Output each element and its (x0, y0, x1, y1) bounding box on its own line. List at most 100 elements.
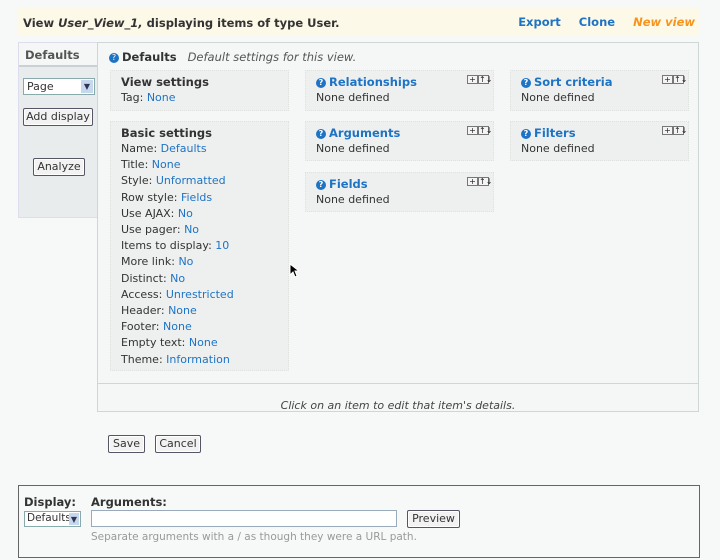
setting-row: Access: Unrestricted (121, 287, 278, 303)
rearrange-icon[interactable]: ↑↓ (673, 126, 687, 135)
relationships-heading[interactable]: ? Relationships (316, 74, 483, 90)
arguments-heading[interactable]: ? Arguments (316, 125, 483, 141)
setting-row: Use pager: No (121, 222, 278, 238)
arguments-input[interactable] (91, 510, 397, 527)
setting-value-link[interactable]: None (152, 158, 181, 171)
block-title: Sort criteria (534, 75, 613, 89)
help-icon[interactable]: ? (316, 78, 326, 88)
rearrange-icon[interactable]: ↑↓ (478, 126, 492, 135)
block-body: None defined (521, 142, 595, 155)
display-type-value: Page (27, 80, 54, 93)
add-icon[interactable]: + (662, 75, 673, 84)
setting-label: Theme: (121, 352, 163, 366)
add-display-button[interactable]: Add display (23, 108, 93, 126)
help-icon[interactable]: ? (521, 129, 531, 139)
setting-label: Items to display: (121, 239, 212, 253)
arguments-label: Arguments: (91, 495, 167, 509)
setting-value-link[interactable]: None (147, 91, 176, 104)
rearrange-icon[interactable]: ↑↓ (673, 75, 687, 84)
sort-criteria-block: ? Sort criteria None defined + ↑↓ (510, 70, 689, 111)
display-select-value: Defaults (27, 512, 71, 524)
setting-value-link[interactable]: No (178, 207, 193, 220)
setting-row: Use AJAX: No (121, 206, 278, 222)
block-body: None defined (316, 142, 390, 155)
setting-label: Tag: (121, 91, 144, 104)
setting-label: Empty text: (121, 336, 186, 350)
setting-label: Distinct: (121, 271, 167, 285)
filters-block: ? Filters None defined + ↑↓ (510, 121, 689, 161)
fields-heading[interactable]: ? Fields (316, 176, 483, 192)
block-body: None defined (316, 193, 390, 206)
setting-value-link[interactable]: Fields (181, 191, 212, 204)
filters-heading[interactable]: ? Filters (521, 125, 678, 141)
sort-criteria-heading[interactable]: ? Sort criteria (521, 74, 678, 90)
clone-link[interactable]: Clone (579, 15, 615, 29)
display-select[interactable]: Defaults ▼ (24, 511, 81, 527)
help-icon[interactable]: ? (316, 180, 326, 190)
help-icon[interactable]: ? (316, 129, 326, 139)
setting-label: Use pager: (121, 223, 181, 237)
setting-value-link[interactable]: No (178, 255, 193, 268)
rearrange-icon[interactable]: ↑↓ (478, 75, 492, 84)
arguments-hint: Separate arguments with a / as though th… (91, 531, 417, 543)
preview-button[interactable]: Preview (407, 510, 460, 528)
page-title: View User_View_1, displaying items of ty… (23, 16, 340, 30)
setting-label: More link: (121, 255, 175, 269)
analyze-button[interactable]: Analyze (33, 158, 85, 176)
setting-row: Items to display: 10 (121, 238, 278, 254)
setting-value-link[interactable]: Unrestricted (166, 288, 234, 301)
add-icon[interactable]: + (662, 126, 673, 135)
setting-row: Distinct: No (121, 271, 278, 287)
display-label: Display: (24, 495, 77, 509)
view-name: User_View_1, (58, 16, 143, 30)
display-tabs: Defaults (18, 42, 98, 218)
add-icon[interactable]: + (467, 75, 478, 84)
mouse-cursor-icon (289, 263, 299, 278)
setting-label: Row style: (121, 190, 178, 204)
relationships-block: ? Relationships None defined + ↑↓ (305, 70, 494, 111)
block-title: View settings (121, 75, 209, 89)
setting-label: Access: (121, 287, 163, 301)
help-icon[interactable]: ? (109, 53, 119, 63)
setting-row: Name: Defaults (121, 141, 278, 157)
add-icon[interactable]: + (467, 126, 478, 135)
block-title: Arguments (329, 126, 401, 140)
add-icon[interactable]: + (467, 177, 478, 186)
setting-value-link[interactable]: None (168, 304, 197, 317)
setting-label: Name: (121, 142, 158, 155)
setting-label: Header: (121, 304, 165, 318)
basic-settings-block: Basic settings Name: Defaults Title: None… (110, 121, 289, 371)
block-title: Fields (329, 177, 368, 191)
main-panel: ? Defaults Default settings for this view… (97, 42, 699, 412)
save-button[interactable]: Save (108, 435, 145, 453)
fields-block: ? Fields None defined + ↑↓ (305, 172, 494, 212)
view-settings-block: View settings Tag: None (110, 70, 289, 111)
setting-label: Style: (121, 174, 153, 188)
display-type-select[interactable]: Page ▼ (23, 78, 95, 95)
arguments-block: ? Arguments None defined + ↑↓ (305, 121, 494, 161)
new-view-link[interactable]: New view (633, 15, 695, 29)
export-link[interactable]: Export (518, 15, 561, 29)
setting-value-link[interactable]: No (184, 223, 199, 236)
setting-value-link[interactable]: No (170, 272, 185, 285)
setting-row: Title: None (121, 157, 278, 173)
setting-value-link[interactable]: Unformatted (156, 174, 226, 187)
setting-value-link[interactable]: None (163, 320, 192, 333)
setting-label: Title: (121, 158, 149, 172)
panel-title-text: Defaults (122, 50, 177, 64)
block-title: Basic settings (121, 126, 212, 140)
help-icon[interactable]: ? (521, 78, 531, 88)
setting-row: Theme: Information (121, 352, 278, 368)
cancel-button[interactable]: Cancel (155, 435, 201, 453)
tab-defaults[interactable]: Defaults (19, 43, 98, 67)
panel-subtitle: Default settings for this view. (187, 50, 357, 64)
setting-row: Header: None (121, 303, 278, 319)
setting-value-link[interactable]: 10 (215, 239, 229, 252)
setting-value-link[interactable]: None (189, 336, 218, 349)
setting-value-link[interactable]: Defaults (161, 142, 207, 155)
setting-row: Tag: None (121, 90, 278, 106)
chevron-down-icon: ▼ (69, 513, 79, 525)
setting-value-link[interactable]: Information (166, 353, 230, 366)
rearrange-icon[interactable]: ↑↓ (478, 177, 492, 186)
panel-title: ? Defaults Default settings for this view… (109, 50, 356, 64)
